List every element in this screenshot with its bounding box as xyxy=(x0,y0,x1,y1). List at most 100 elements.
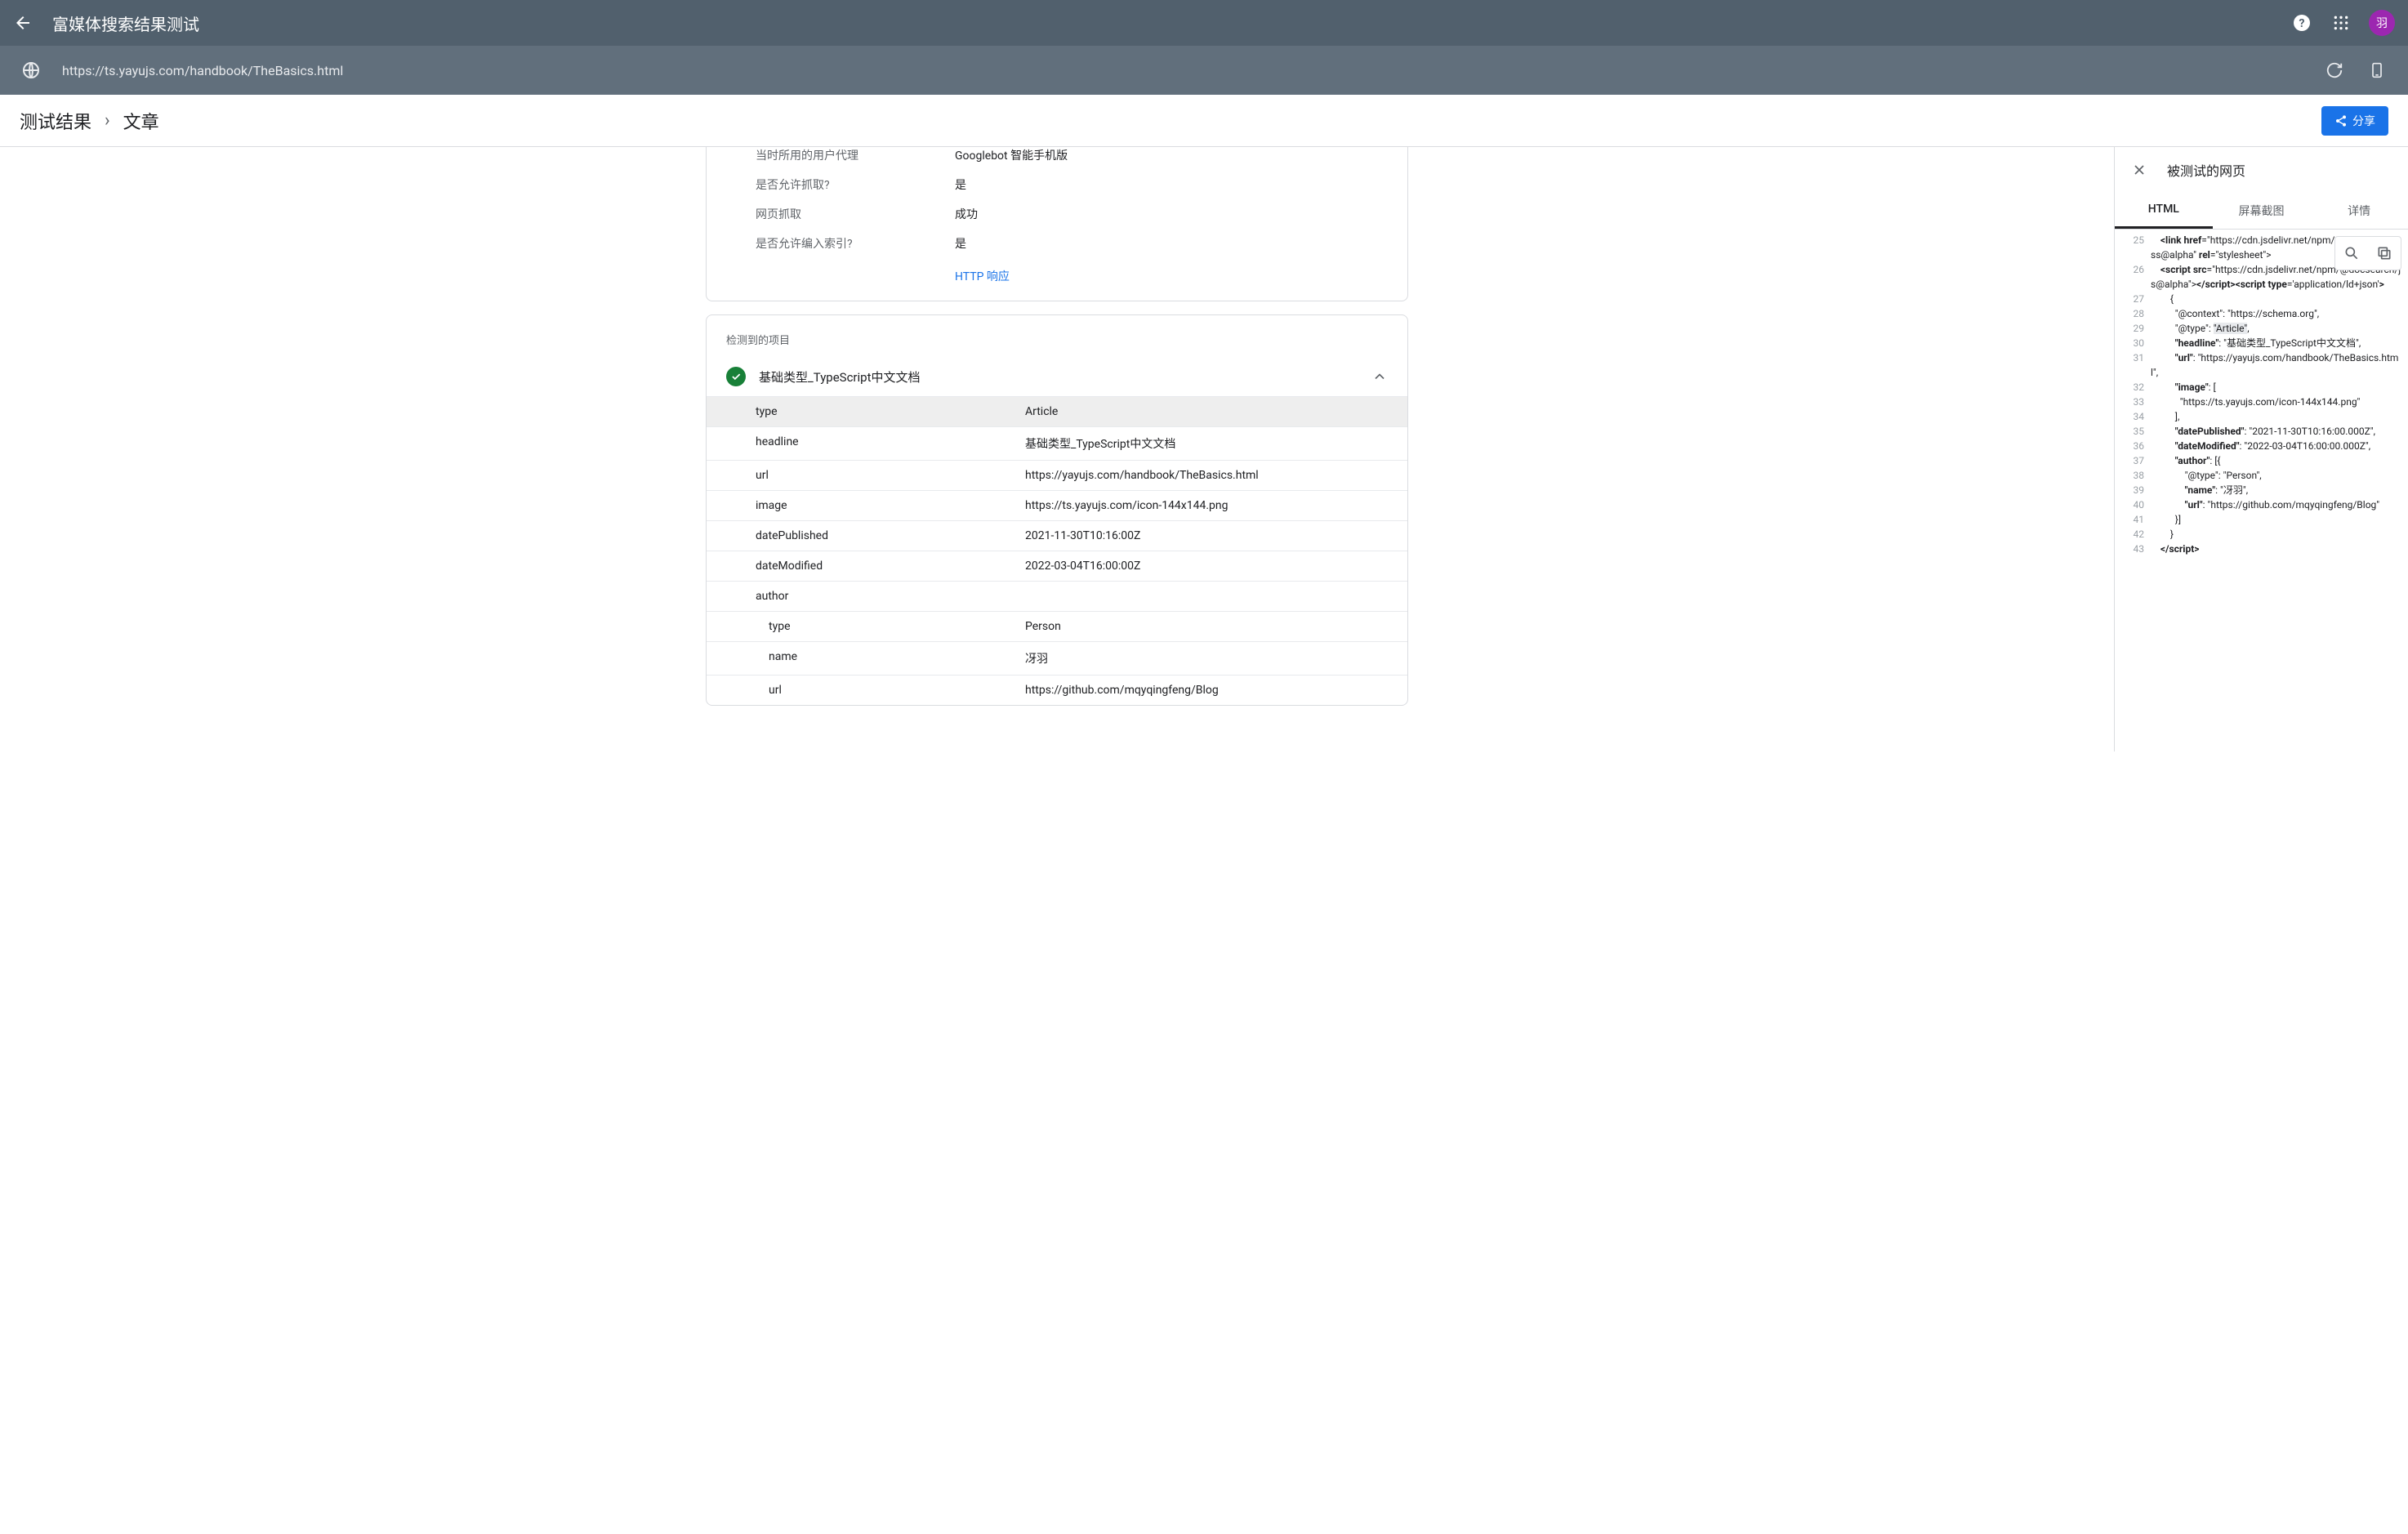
field-key: headline xyxy=(707,435,1025,452)
line-number: 38 xyxy=(2115,468,2151,483)
globe-icon xyxy=(20,59,42,82)
field-key: image xyxy=(707,499,1025,512)
field-key: type xyxy=(707,620,1025,633)
tested-url[interactable]: https://ts.yayujs.com/handbook/TheBasics… xyxy=(62,63,2323,78)
field-value: https://yayujs.com/handbook/TheBasics.ht… xyxy=(1025,469,1407,482)
field-value: Person xyxy=(1025,620,1407,633)
field-value: https://github.com/mqyqingfeng/Blog xyxy=(1025,684,1407,697)
help-icon[interactable]: ? xyxy=(2290,11,2313,34)
field-value: Article xyxy=(1025,405,1407,418)
tab-html[interactable]: HTML xyxy=(2115,193,2213,229)
field-key: type xyxy=(707,405,1025,418)
avatar[interactable]: 羽 xyxy=(2369,10,2395,36)
table-row: typeArticle xyxy=(707,396,1407,426)
code-text[interactable]: }] xyxy=(2151,512,2408,527)
table-row: imagehttps://ts.yayujs.com/icon-144x144.… xyxy=(707,490,1407,520)
line-number: 33 xyxy=(2115,395,2151,409)
line-number: 32 xyxy=(2115,380,2151,395)
code-line: 38 "@type": "Person", xyxy=(2115,468,2408,483)
code-text[interactable]: "@type": "Article", xyxy=(2151,321,2408,336)
code-line: 28 "@context": "https://schema.org", xyxy=(2115,306,2408,321)
apps-grid-icon[interactable] xyxy=(2330,11,2352,34)
table-row: headline基础类型_TypeScript中文文档 xyxy=(707,426,1407,460)
field-value: 基础类型_TypeScript中文文档 xyxy=(1025,435,1407,452)
code-line: 30 "headline": "基础类型_TypeScript中文文档", xyxy=(2115,336,2408,350)
topbar-right: ? 羽 xyxy=(2290,10,2395,36)
crumb-article: 文章 xyxy=(123,108,159,134)
structured-data-table: typeArticleheadline基础类型_TypeScript中文文档ur… xyxy=(707,396,1407,705)
line-number: 30 xyxy=(2115,336,2151,350)
ua-value: Googlebot 智能手机版 xyxy=(955,147,1068,163)
code-text[interactable]: "name": "冴羽", xyxy=(2151,483,2408,497)
detected-items-card: 检测到的项目 基础类型_TypeScript中文文档 typeArticlehe… xyxy=(706,314,1408,706)
code-text[interactable]: "datePublished": "2021-11-30T10:16:00.00… xyxy=(2151,424,2408,439)
line-number: 27 xyxy=(2115,292,2151,306)
line-number: 39 xyxy=(2115,483,2151,497)
code-text[interactable]: } xyxy=(2151,527,2408,542)
app-title: 富媒体搜索结果测试 xyxy=(52,11,2290,35)
table-row: datePublished2021-11-30T10:16:00Z xyxy=(707,520,1407,551)
code-text[interactable]: "headline": "基础类型_TypeScript中文文档", xyxy=(2151,336,2408,350)
html-source-view[interactable]: 25 <link href="https://cdn.jsdelivr.net/… xyxy=(2115,230,2408,751)
table-row: urlhttps://github.com/mqyqingfeng/Blog xyxy=(707,675,1407,705)
code-line: 37 "author": [{ xyxy=(2115,453,2408,468)
code-text[interactable]: "https://ts.yayujs.com/icon-144x144.png" xyxy=(2151,395,2408,409)
code-text[interactable]: ], xyxy=(2151,409,2408,424)
line-number: 36 xyxy=(2115,439,2151,453)
code-text[interactable]: "author": [{ xyxy=(2151,453,2408,468)
code-text[interactable]: { xyxy=(2151,292,2408,306)
refresh-icon[interactable] xyxy=(2323,59,2346,82)
field-value: 冴羽 xyxy=(1025,650,1407,667)
crumb-results[interactable]: 测试结果 xyxy=(20,108,91,134)
content: 当时所用的用户代理Googlebot 智能手机版 是否允许抓取?是 网页抓取成功… xyxy=(0,147,2408,751)
table-row: urlhttps://yayujs.com/handbook/TheBasics… xyxy=(707,460,1407,490)
chevron-up-icon[interactable] xyxy=(1371,368,1388,385)
tab-details[interactable]: 详情 xyxy=(2310,193,2408,229)
search-icon[interactable] xyxy=(2335,237,2368,270)
check-circle-icon xyxy=(726,367,746,386)
code-text[interactable]: "@type": "Person", xyxy=(2151,468,2408,483)
code-text[interactable]: "url": "https://github.com/mqyqingfeng/B… xyxy=(2151,497,2408,512)
back-arrow-icon[interactable] xyxy=(13,13,33,33)
close-icon[interactable] xyxy=(2131,162,2147,178)
topbar: 富媒体搜索结果测试 ? 羽 xyxy=(0,0,2408,46)
http-response-link[interactable]: HTTP 响应 xyxy=(707,258,1407,301)
code-line: 39 "name": "冴羽", xyxy=(2115,483,2408,497)
detected-item-row[interactable]: 基础类型_TypeScript中文文档 xyxy=(707,357,1407,396)
field-key: url xyxy=(707,684,1025,697)
code-line: 27 { xyxy=(2115,292,2408,306)
field-key: dateModified xyxy=(707,560,1025,573)
smartphone-icon[interactable] xyxy=(2366,59,2388,82)
fetch-label: 网页抓取 xyxy=(756,206,955,222)
code-line: 35 "datePublished": "2021-11-30T10:16:00… xyxy=(2115,424,2408,439)
code-text[interactable]: "dateModified": "2022-03-04T16:00:00.000… xyxy=(2151,439,2408,453)
field-key: name xyxy=(707,650,1025,667)
tab-screenshot[interactable]: 屏幕截图 xyxy=(2213,193,2311,229)
code-line: 31 "url": "https://yayujs.com/handbook/T… xyxy=(2115,350,2408,380)
code-text[interactable]: "image": [ xyxy=(2151,380,2408,395)
side-panel: 被测试的网页 HTML 屏幕截图 详情 25 <link href="https… xyxy=(2114,147,2408,751)
code-text[interactable]: </script> xyxy=(2151,542,2408,556)
line-number: 40 xyxy=(2115,497,2151,512)
copy-icon[interactable] xyxy=(2368,237,2401,270)
field-value: https://ts.yayujs.com/icon-144x144.png xyxy=(1025,499,1407,512)
code-line: 40 "url": "https://github.com/mqyqingfen… xyxy=(2115,497,2408,512)
field-key: author xyxy=(707,590,1025,603)
table-row: author xyxy=(707,581,1407,611)
code-text[interactable]: "url": "https://yayujs.com/handbook/TheB… xyxy=(2151,350,2408,380)
field-value xyxy=(1025,590,1407,603)
code-line: 43 </script> xyxy=(2115,542,2408,556)
crawl-allowed-value: 是 xyxy=(955,176,966,193)
line-number: 28 xyxy=(2115,306,2151,321)
table-row: dateModified2022-03-04T16:00:00Z xyxy=(707,551,1407,581)
share-button[interactable]: 分享 xyxy=(2321,106,2388,136)
field-key: datePublished xyxy=(707,529,1025,542)
line-number: 41 xyxy=(2115,512,2151,527)
detected-section-title: 检测到的项目 xyxy=(707,315,1407,357)
line-number: 26 xyxy=(2115,262,2151,292)
urlbar: https://ts.yayujs.com/handbook/TheBasics… xyxy=(0,46,2408,95)
code-text[interactable]: "@context": "https://schema.org", xyxy=(2151,306,2408,321)
code-tools xyxy=(2334,236,2401,270)
code-line: 29 "@type": "Article", xyxy=(2115,321,2408,336)
detected-item-name: 基础类型_TypeScript中文文档 xyxy=(759,368,1371,386)
